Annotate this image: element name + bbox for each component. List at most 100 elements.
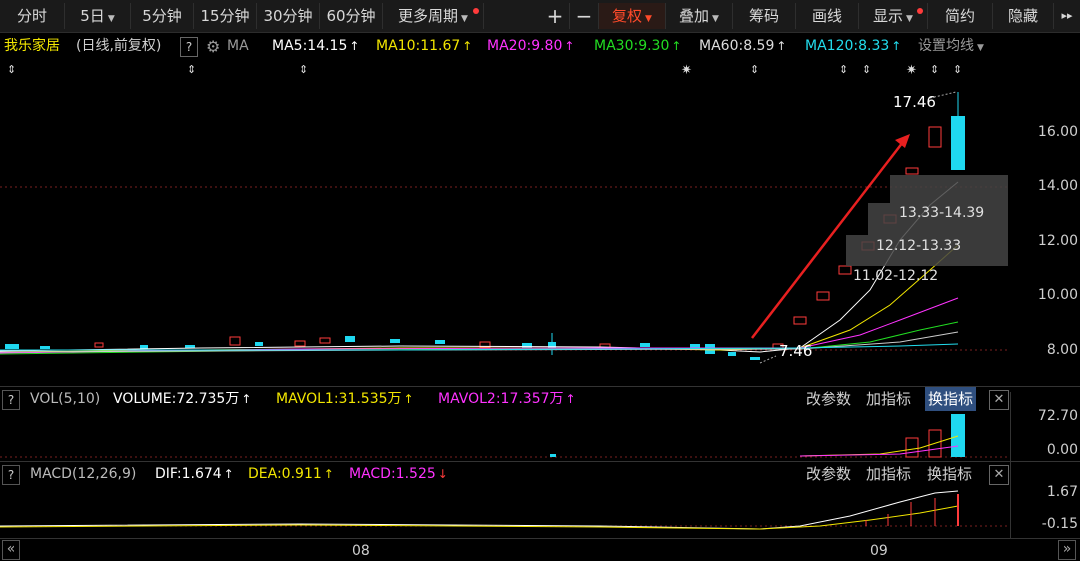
event-marker-icon[interactable]: ⇕: [953, 63, 962, 76]
mavol1-value: MAVOL1:31.535万 ↑: [276, 387, 414, 411]
close-icon[interactable]: ✕: [989, 390, 1009, 410]
draw-line-button[interactable]: 画线: [796, 3, 859, 29]
macd-chart[interactable]: [0, 486, 1010, 536]
scroll-right-button[interactable]: »: [1058, 540, 1076, 560]
caret-down-icon: ▼: [977, 43, 984, 53]
help-button[interactable]: ?: [180, 37, 198, 57]
add-indicator-button[interactable]: 加指标: [866, 462, 911, 486]
candle: [750, 357, 760, 360]
edit-params-button[interactable]: 改参数: [806, 387, 851, 411]
event-marker-icon[interactable]: ⇕: [299, 63, 308, 76]
event-marker-icon[interactable]: ⇕: [750, 63, 759, 76]
arrow-up-icon: ↑: [462, 39, 473, 53]
star-marker-icon[interactable]: ✷: [906, 63, 917, 78]
collapse-panel-button[interactable]: ▸▸: [1054, 3, 1080, 29]
tab-60min[interactable]: 60分钟: [320, 3, 383, 29]
event-marker-icon[interactable]: ⇕: [187, 63, 196, 76]
tab-intraday[interactable]: 分时: [0, 3, 65, 29]
candle: [816, 291, 830, 301]
button-label: 隐藏: [1007, 7, 1038, 25]
display-button[interactable]: 显示 ▼: [859, 3, 928, 29]
tab-more-periods[interactable]: 更多周期 ▼: [383, 3, 484, 29]
help-button[interactable]: ?: [2, 390, 20, 410]
star-marker-icon[interactable]: ✷: [681, 63, 692, 78]
arrow-up-icon: ↑: [565, 392, 576, 406]
toolbar: 分时 5日 ▼ 5分钟 15分钟 30分钟 60分钟 更多周期 ▼ + − 复权 ▼ …: [0, 0, 1080, 33]
arrow-up-icon: ↑: [349, 39, 360, 53]
tab-5day[interactable]: 5日 ▼: [65, 3, 131, 29]
vol-y-label: 0.00: [1046, 442, 1078, 458]
event-marker-icon[interactable]: ⇕: [7, 63, 16, 76]
y-axis-label: 8.00: [1046, 342, 1078, 358]
ma-settings-link[interactable]: 设置均线 ▼: [918, 33, 984, 62]
vol-y-label: 72.70: [1037, 408, 1078, 424]
zoom-out-button[interactable]: −: [570, 3, 599, 29]
scroll-left-button[interactable]: «: [2, 540, 20, 560]
ma30-value: MA30:9.30 ↑: [594, 33, 681, 60]
zoom-in-button[interactable]: +: [541, 3, 570, 29]
arrow-up-icon: ↑: [241, 392, 252, 406]
candle: [185, 345, 195, 348]
period-label: (日线,前复权): [76, 38, 162, 54]
gear-icon[interactable]: ⚙: [206, 33, 220, 60]
volume-value: VOLUME:72.735万 ↑: [113, 387, 251, 411]
edit-params-button[interactable]: 改参数: [806, 462, 851, 486]
ma-text: MA30:9.30: [594, 38, 670, 54]
candle: [294, 340, 306, 347]
y-axis-label: 16.00: [1037, 124, 1078, 140]
event-marker-icon[interactable]: ⇕: [862, 63, 871, 76]
ma20-value: MA20:9.80 ↑: [487, 33, 574, 60]
ma-text: MA5:14.15: [272, 38, 348, 54]
button-label: 画线: [811, 7, 842, 25]
macd-panel-header: ? MACD(12,26,9) DIF:1.674 ↑ DEA:0.911 ↑ MA…: [0, 462, 1080, 486]
simple-mode-button[interactable]: 简约: [928, 3, 993, 29]
arrow-up-icon: ↑: [564, 39, 575, 53]
macd-indicator-name: MACD(12,26,9): [30, 466, 137, 482]
candle: [229, 336, 241, 346]
tab-label: 30分钟: [263, 7, 313, 25]
candle: [522, 343, 532, 348]
ma-text: MA60:8.59: [699, 38, 775, 54]
tab-label: 更多周期: [398, 7, 459, 25]
value-text: MACD:1.525: [349, 466, 436, 482]
arrow-up-icon: ↑: [223, 467, 234, 481]
help-button[interactable]: ?: [2, 465, 20, 485]
caret-down-icon: ▼: [712, 14, 719, 24]
notification-dot: [473, 8, 479, 14]
add-indicator-button[interactable]: 加指标: [866, 387, 911, 411]
ma5-value: MA5:14.15 ↑: [272, 33, 359, 60]
kline-chart[interactable]: [0, 80, 1080, 385]
adjust-rights-button[interactable]: 复权 ▼: [599, 3, 666, 29]
switch-indicator-button[interactable]: 换指标: [927, 462, 972, 486]
tab-5min[interactable]: 5分钟: [131, 3, 194, 29]
button-label: 叠加: [679, 7, 710, 25]
candle: [728, 352, 736, 356]
volume-chart[interactable]: [0, 410, 1010, 460]
macd-y-label: 1.67: [1046, 484, 1078, 500]
chips-button[interactable]: 筹码: [733, 3, 796, 29]
candle: [951, 116, 965, 170]
tab-label: 15分钟: [200, 7, 250, 25]
volume-bar: [550, 454, 556, 457]
notification-dot: [917, 8, 923, 14]
hide-button[interactable]: 隐藏: [993, 3, 1054, 29]
switch-indicator-button[interactable]: 换指标: [925, 387, 977, 411]
x-axis-label: 09: [870, 543, 888, 559]
ma20-line: [799, 297, 959, 349]
divider: [0, 538, 1080, 539]
button-label: 筹码: [748, 7, 779, 25]
tab-label: 60分钟: [326, 7, 376, 25]
high-price-label: 17.46: [893, 93, 936, 111]
tab-30min[interactable]: 30分钟: [257, 3, 320, 29]
event-marker-icon[interactable]: ⇕: [839, 63, 848, 76]
arrow-up-icon: ↑: [776, 39, 787, 53]
event-marker-icon[interactable]: ⇕: [930, 63, 939, 76]
candle: [435, 340, 445, 344]
close-icon[interactable]: ✕: [989, 465, 1009, 485]
tab-15min[interactable]: 15分钟: [194, 3, 257, 29]
button-label: 显示: [873, 7, 904, 25]
overlay-button[interactable]: 叠加 ▼: [666, 3, 733, 29]
low-price-label: 7.46: [779, 342, 813, 360]
button-label: 复权: [612, 7, 643, 25]
candle: [838, 265, 852, 275]
